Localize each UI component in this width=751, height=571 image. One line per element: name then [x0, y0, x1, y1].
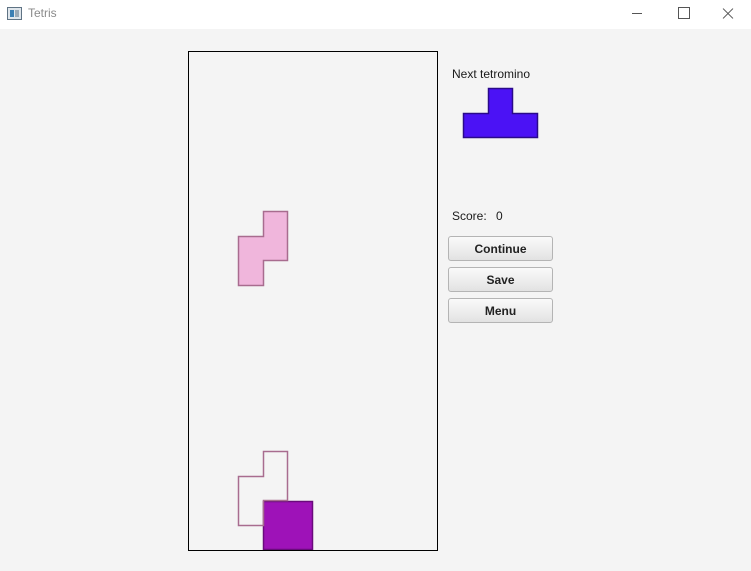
score-label: Score:: [452, 209, 487, 223]
continue-button[interactable]: Continue: [448, 236, 553, 261]
game-board: [188, 51, 438, 551]
app-icon: [7, 7, 22, 20]
next-piece-t: [462, 87, 539, 139]
board-canvas: [237, 210, 314, 550]
tetris-window: Tetris Next tetromino Score: 0 Continue …: [0, 0, 751, 571]
save-button[interactable]: Save: [448, 267, 553, 292]
menu-button[interactable]: Menu: [448, 298, 553, 323]
close-icon[interactable]: [705, 0, 751, 29]
minimize-icon[interactable]: [614, 0, 660, 29]
next-tetromino-preview: [462, 87, 539, 139]
title-bar: Tetris: [0, 0, 751, 29]
active-piece: [237, 210, 289, 287]
locked-block: [262, 500, 314, 550]
score-value: 0: [496, 209, 503, 223]
window-title: Tetris: [28, 6, 57, 20]
maximize-icon[interactable]: [660, 0, 706, 29]
next-tetromino-label: Next tetromino: [452, 67, 531, 81]
